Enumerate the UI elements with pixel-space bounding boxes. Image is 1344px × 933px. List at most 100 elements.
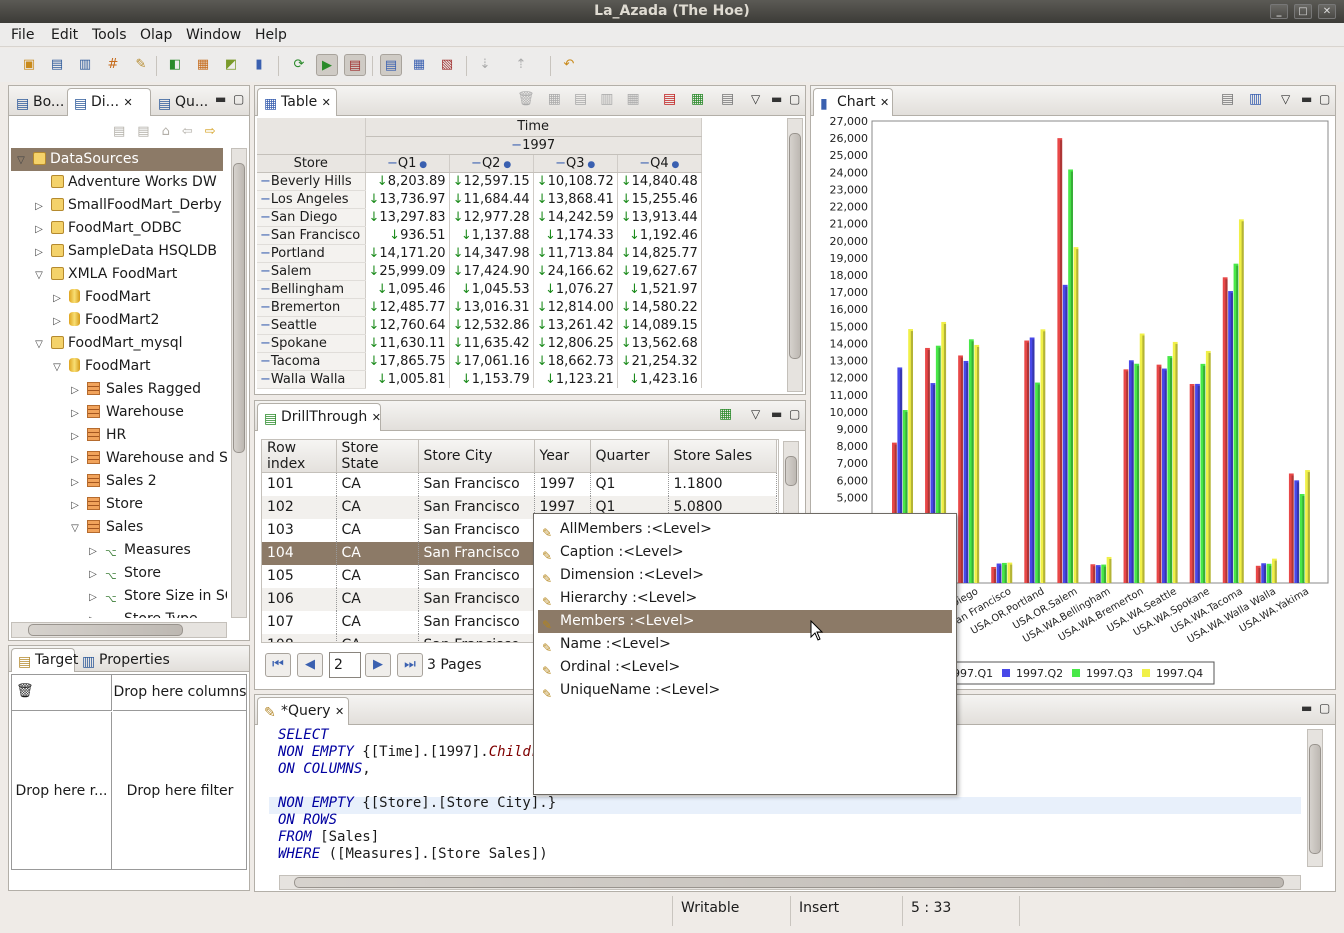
drop-rows-zone[interactable]: Drop here r...: [12, 712, 112, 870]
row-header[interactable]: −Beverly Hills: [257, 172, 366, 191]
view-menu-icon[interactable]: ▽: [1281, 92, 1290, 106]
mdx-editor[interactable]: SELECT NON EMPTY {[Time].[1997].Children…: [278, 727, 565, 863]
tree-horizontal-scrollbar[interactable]: [11, 622, 227, 638]
tree-item[interactable]: ▷ Warehouse and Sa: [69, 447, 227, 470]
store-header[interactable]: Store: [257, 154, 366, 173]
tree-item[interactable]: ▷ Sales Ragged: [69, 378, 201, 401]
value-cell[interactable]: ↓11,684.44: [449, 190, 534, 208]
drop-filter-zone[interactable]: Drop here filter: [113, 712, 247, 870]
value-cell[interactable]: ↓12,806.25: [533, 334, 618, 352]
excel-export-icon[interactable]: ▦: [691, 91, 704, 107]
expand-arrow-icon[interactable]: ▷: [87, 586, 99, 609]
maximize-icon[interactable]: ▢: [789, 92, 800, 106]
tree-item[interactable]: ▽ DataSources: [11, 148, 223, 171]
collapse-arrow-icon[interactable]: ▽: [69, 517, 81, 540]
view-menu-icon[interactable]: ▽: [751, 407, 760, 421]
refresh-icon[interactable]: ⟳: [288, 54, 310, 76]
expand-arrow-icon[interactable]: ▷: [69, 471, 81, 494]
autocomplete-item[interactable]: ✎ Dimension :<Level>: [538, 564, 952, 587]
value-cell[interactable]: ↓1,153.79: [449, 370, 534, 388]
expand-arrow-icon[interactable]: ▷: [87, 540, 99, 563]
value-cell[interactable]: ↓13,261.42: [533, 316, 618, 334]
value-cell[interactable]: ↓12,814.00: [533, 298, 618, 316]
autocomplete-item[interactable]: ✎ UniqueName :<Level>: [538, 679, 952, 702]
value-cell[interactable]: ↓12,597.15: [449, 172, 534, 190]
value-cell[interactable]: ↓13,913.44: [617, 208, 702, 226]
sort-icon[interactable]: ●: [585, 160, 595, 170]
collapse-arrow-icon[interactable]: ▽: [33, 333, 45, 356]
collapse-arrow-icon[interactable]: ▽: [33, 264, 45, 287]
tree-item[interactable]: ▷ ⌥ Store Size in SQ: [87, 585, 227, 608]
value-cell[interactable]: ↓13,016.31: [449, 298, 534, 316]
tree-item[interactable]: ▷ ⌥ Store: [87, 562, 161, 585]
tab-query[interactable]: ✎ *Query ✕: [257, 697, 349, 725]
tree-item[interactable]: ▷ FoodMart_ODBC: [33, 217, 181, 240]
value-cell[interactable]: ↓14,347.98: [449, 244, 534, 262]
value-cell[interactable]: ↓13,868.41: [533, 190, 618, 208]
value-cell[interactable]: ↓936.51: [365, 226, 450, 244]
bar-chart-icon[interactable]: ▮: [248, 54, 270, 76]
value-cell[interactable]: ↓13,736.97: [365, 190, 450, 208]
expand-arrow-icon[interactable]: ▷: [87, 609, 99, 618]
tree-vertical-scrollbar[interactable]: [231, 148, 247, 618]
table-row[interactable]: 101 CA San Francisco 1997 Q1 1.1800: [262, 472, 777, 496]
column-header[interactable]: Store City: [418, 440, 535, 473]
tree-item[interactable]: ▷ Warehouse: [69, 401, 184, 424]
column-header[interactable]: Store Sales: [668, 440, 777, 473]
value-cell[interactable]: ↓24,166.62: [533, 262, 618, 280]
quarter-header[interactable]: −Q3 ●: [533, 154, 618, 173]
maximize-icon[interactable]: ▢: [789, 407, 800, 421]
excel-export-icon[interactable]: ▦: [719, 406, 732, 422]
row-header[interactable]: −San Diego: [257, 208, 366, 227]
menu-window[interactable]: Window: [186, 27, 241, 43]
close-icon[interactable]: ✕: [880, 96, 889, 109]
copy-icon[interactable]: ▤: [721, 91, 734, 107]
close-icon[interactable]: ✕: [123, 96, 132, 109]
open-book-icon[interactable]: ▤: [46, 54, 68, 76]
edit-query-icon[interactable]: ✎: [130, 54, 152, 76]
value-cell[interactable]: ↓13,297.83: [365, 208, 450, 226]
time-header[interactable]: Time: [365, 118, 702, 137]
value-cell[interactable]: ↓12,532.86: [449, 316, 534, 334]
autocomplete-item[interactable]: ✎ AllMembers :<Level>: [538, 518, 952, 541]
drill-up-icon[interactable]: ⇡: [510, 54, 532, 76]
value-cell[interactable]: ↓8,203.89: [365, 172, 450, 190]
minimize-icon[interactable]: ▬: [1301, 92, 1312, 106]
expand-arrow-icon[interactable]: ▷: [33, 218, 45, 241]
tree-item[interactable]: ▷ FoodMart2: [51, 309, 159, 332]
sort-icon[interactable]: ●: [416, 160, 427, 170]
value-cell[interactable]: ↓14,242.59: [533, 208, 618, 226]
tree-item[interactable]: ▷ HR: [69, 424, 126, 447]
row-header[interactable]: −Portland: [257, 244, 366, 263]
expand-arrow-icon[interactable]: ▷: [33, 241, 45, 264]
value-cell[interactable]: ↓11,630.11: [365, 334, 450, 352]
value-cell[interactable]: ↓1,174.33: [533, 226, 618, 244]
tab-drillthrough[interactable]: ▤ DrillThrough ✕: [257, 403, 381, 431]
cube-grid-icon[interactable]: #: [102, 54, 124, 76]
view-menu-icon[interactable]: ▽: [751, 92, 760, 106]
value-cell[interactable]: ↓21,254.32: [617, 352, 702, 370]
row-header[interactable]: −Salem: [257, 262, 366, 281]
menu-file[interactable]: File: [11, 27, 34, 43]
bookmark-icon[interactable]: ▥: [74, 54, 96, 76]
menu-tools[interactable]: Tools: [92, 27, 127, 43]
show-parents-icon[interactable]: ▤: [380, 54, 402, 76]
quarter-header[interactable]: −Q2 ●: [449, 154, 534, 173]
tab-bookmarks[interactable]: ▤ Bo...: [9, 88, 67, 116]
column-header[interactable]: Store State: [336, 440, 419, 473]
value-cell[interactable]: ↓1,005.81: [365, 370, 450, 388]
autocomplete-item[interactable]: ✎ Members :<Level>: [538, 610, 952, 633]
tree-item[interactable]: Adventure Works DW: [33, 171, 217, 194]
drill-down-icon[interactable]: ⇣: [474, 54, 496, 76]
drillthrough-icon[interactable]: ▤: [344, 54, 366, 76]
first-page-button[interactable]: ⏮: [265, 653, 291, 677]
table-view-icon[interactable]: ▦: [192, 54, 214, 76]
auto-execute-icon[interactable]: ▶: [316, 54, 338, 76]
autocomplete-item[interactable]: ✎ Name :<Level>: [538, 633, 952, 656]
value-cell[interactable]: ↓1,192.46: [617, 226, 702, 244]
line-chart-icon[interactable]: ◩: [220, 54, 242, 76]
autocomplete-item[interactable]: ✎ Ordinal :<Level>: [538, 656, 952, 679]
row-header[interactable]: −Bellingham: [257, 280, 366, 299]
trash-icon[interactable]: 🗑: [16, 683, 34, 699]
maximize-icon[interactable]: ▢: [1319, 92, 1330, 106]
